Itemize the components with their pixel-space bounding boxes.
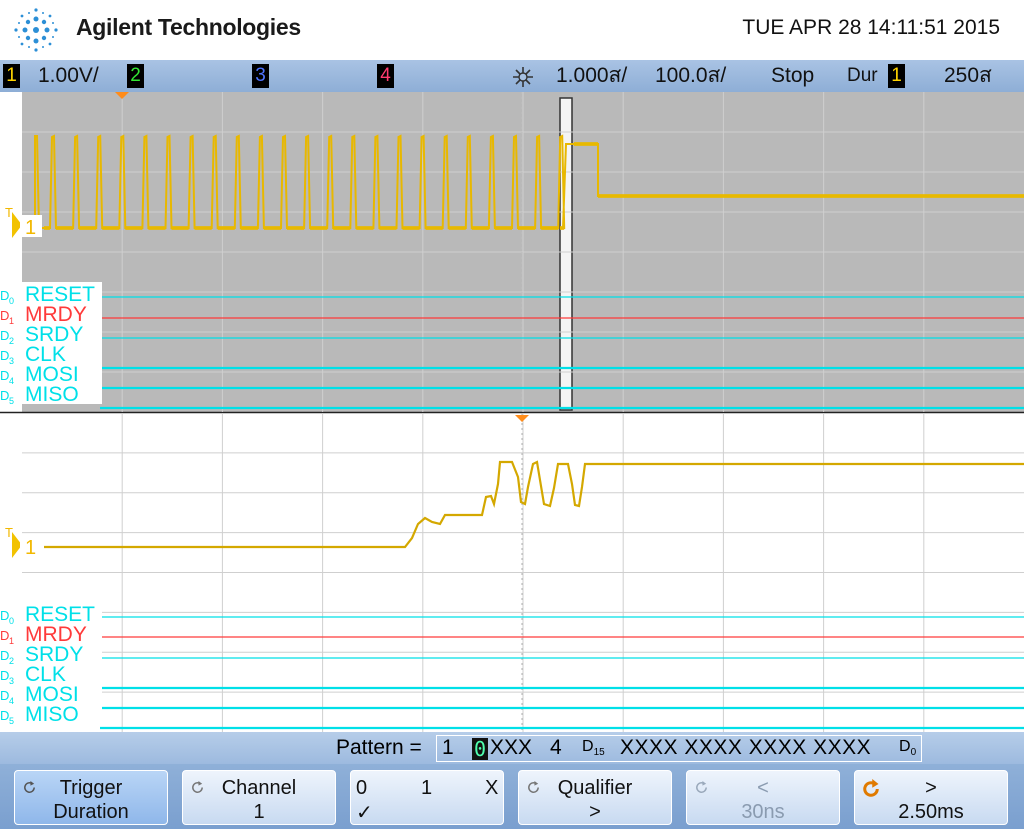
softkey-bar: Trigger Duration Channel 1 0 1 X ✓ Quali… bbox=[0, 764, 1024, 829]
trigger-mode[interactable]: Dur bbox=[847, 63, 878, 89]
header-bar: Agilent Technologies TUE APR 28 14:11:51… bbox=[0, 0, 1024, 60]
digital-channel-id: D bbox=[0, 708, 9, 723]
digital-channel-sub: 5 bbox=[9, 396, 14, 406]
greater-than-key[interactable]: > 2.50ms bbox=[854, 770, 1008, 825]
less-than-key-line1: < bbox=[757, 777, 769, 799]
channel-2-badge[interactable]: 2 bbox=[127, 64, 144, 88]
channel-1-marker-label: 1 bbox=[25, 217, 36, 239]
horizontal-delay[interactable]: 100.0ส/ bbox=[655, 63, 726, 89]
digital-channel-id: D bbox=[0, 288, 9, 303]
digital-label-d5-lower[interactable]: D 5 MISO bbox=[0, 702, 102, 726]
digital-channel-sub: 3 bbox=[9, 356, 14, 366]
trigger-level[interactable]: 250ส bbox=[944, 63, 992, 89]
waveform-canvas[interactable]: 1 T 1 T D 0 RESETD 1 MRDYD 2 SRDYD 3 CLKD 4 MOSID 5… bbox=[0, 92, 1024, 732]
agilent-logo-icon bbox=[14, 8, 58, 52]
trigger-key-line1: Trigger bbox=[59, 777, 123, 799]
digital-channel-name: MISO bbox=[25, 703, 79, 726]
digital-channel-sub: 5 bbox=[9, 716, 14, 726]
brand-name: Agilent Technologies bbox=[76, 14, 301, 40]
digital-channel-id: D bbox=[0, 368, 9, 383]
channel-key-line1: Channel bbox=[221, 777, 297, 799]
level-select-key[interactable]: 0 1 X ✓ bbox=[350, 770, 504, 825]
run-state[interactable]: Stop bbox=[771, 63, 814, 89]
channel-1-scale[interactable]: 1.00V/ bbox=[38, 63, 99, 89]
greater-than-key-line2: 2.50ms bbox=[898, 801, 964, 823]
digital-label-d5-upper[interactable]: D 5 MISO bbox=[0, 382, 102, 406]
greater-than-key-line1: > bbox=[925, 777, 937, 799]
channel-1-marker-label: 1 bbox=[25, 537, 36, 559]
trigger-key-line2: Duration bbox=[53, 801, 129, 823]
level-zero-option[interactable]: 0 bbox=[356, 777, 367, 800]
channel-key[interactable]: Channel 1 bbox=[182, 770, 336, 825]
timebase-icon bbox=[513, 67, 533, 87]
trigger-level-label: T bbox=[5, 525, 13, 540]
date-time: TUE APR 28 14:11:51 2015 bbox=[742, 16, 1000, 39]
channel-3-badge[interactable]: 3 bbox=[252, 64, 269, 88]
timebase-scale[interactable]: 1.000ส/ bbox=[556, 63, 627, 89]
qualifier-key-line2: > bbox=[589, 801, 601, 823]
waveform-display[interactable]: 1 T 1 T D 0 RESET D 1 MRDY D 2 SRDY D 3 CLK D 4 MOSI D 5… bbox=[0, 92, 1024, 732]
channel-1-badge[interactable]: 1 bbox=[3, 64, 20, 88]
digital-channel-id: D bbox=[0, 308, 9, 323]
digital-channel-id: D bbox=[0, 608, 9, 623]
status-bar: 1 1.00V/ 2 3 4 1.000ส/ 100.0ส/ Stop Dur … bbox=[0, 60, 1024, 92]
digital-channel-sub: 4 bbox=[9, 376, 14, 386]
digital-channel-id: D bbox=[0, 388, 9, 403]
level-x-option[interactable]: X bbox=[485, 777, 498, 800]
digital-channel-sub: 2 bbox=[9, 656, 14, 666]
channel-4-badge[interactable]: 4 bbox=[377, 64, 394, 88]
trigger-source-badge[interactable]: 1 bbox=[888, 64, 905, 88]
trigger-level-label: T bbox=[5, 205, 13, 220]
digital-channel-id: D bbox=[0, 348, 9, 363]
level-one-option[interactable]: 1 bbox=[421, 777, 432, 800]
check-icon: ✓ bbox=[356, 802, 373, 824]
digital-channel-sub: 2 bbox=[9, 336, 14, 346]
digital-channel-sub: 1 bbox=[9, 316, 14, 326]
pattern-frame bbox=[436, 735, 922, 762]
qualifier-key-line1: Qualifier bbox=[557, 777, 633, 799]
digital-channel-sub: 0 bbox=[9, 296, 14, 306]
digital-channel-sub: 4 bbox=[9, 696, 14, 706]
digital-channel-sub: 0 bbox=[9, 616, 14, 626]
digital-channel-sub: 1 bbox=[9, 636, 14, 646]
less-than-key-line2: 30ns bbox=[741, 801, 785, 823]
pattern-label: Pattern = bbox=[336, 736, 422, 759]
digital-channel-id: D bbox=[0, 648, 9, 663]
qualifier-key[interactable]: Qualifier > bbox=[518, 770, 672, 825]
digital-channel-sub: 3 bbox=[9, 676, 14, 686]
digital-channel-id: D bbox=[0, 328, 9, 343]
less-than-key[interactable]: < 30ns bbox=[686, 770, 840, 825]
digital-channel-id: D bbox=[0, 628, 9, 643]
digital-channel-id: D bbox=[0, 668, 9, 683]
digital-channel-id: D bbox=[0, 688, 9, 703]
trigger-duration-key[interactable]: Trigger Duration bbox=[14, 770, 168, 825]
digital-channel-name: MISO bbox=[25, 383, 79, 406]
channel-key-line2: 1 bbox=[253, 801, 265, 823]
trigger-pattern-bar: Pattern = 1 0 XXX 4 D15 XXXX XXXX XXXX X… bbox=[0, 732, 1024, 764]
